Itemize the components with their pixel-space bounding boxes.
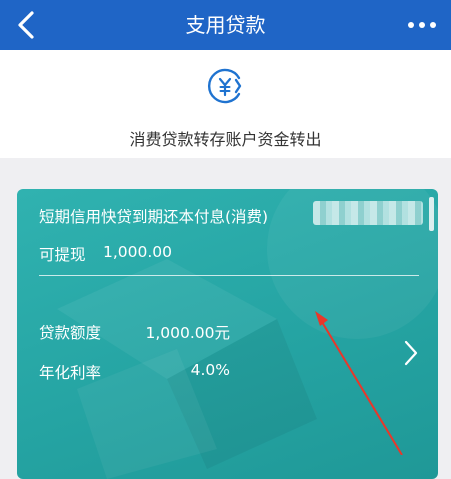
transfer-subtitle: 消费贷款转存账户资金转出 (129, 130, 322, 149)
loan-amount-value: 1,000.00元 (145, 324, 230, 342)
card-divider (39, 275, 419, 276)
transfer-header: 消费贷款转存账户资金转出 (0, 50, 451, 158)
annual-rate-label: 年化利率 (39, 364, 102, 382)
yen-transfer-icon (207, 68, 242, 104)
loan-card[interactable]: 短期信用快贷到期还本付息(消费) 可提现 1,000.00 贷款额度 1,000… (17, 189, 438, 479)
available-label: 可提现 (39, 246, 86, 264)
blurred-account-number (313, 201, 423, 225)
loan-product-title: 短期信用快贷到期还本付息(消费) (39, 208, 269, 226)
more-dots-icon[interactable] (407, 18, 437, 32)
page-title: 支用贷款 (185, 13, 266, 37)
chevron-right-icon[interactable] (403, 339, 419, 367)
annual-rate-value: 4.0% (190, 361, 230, 379)
available-value: 1,000.00 (103, 243, 173, 261)
scroll-indicator (429, 197, 434, 231)
loan-amount-label: 贷款额度 (39, 324, 102, 342)
top-nav-bar: 支用贷款 (0, 0, 451, 50)
